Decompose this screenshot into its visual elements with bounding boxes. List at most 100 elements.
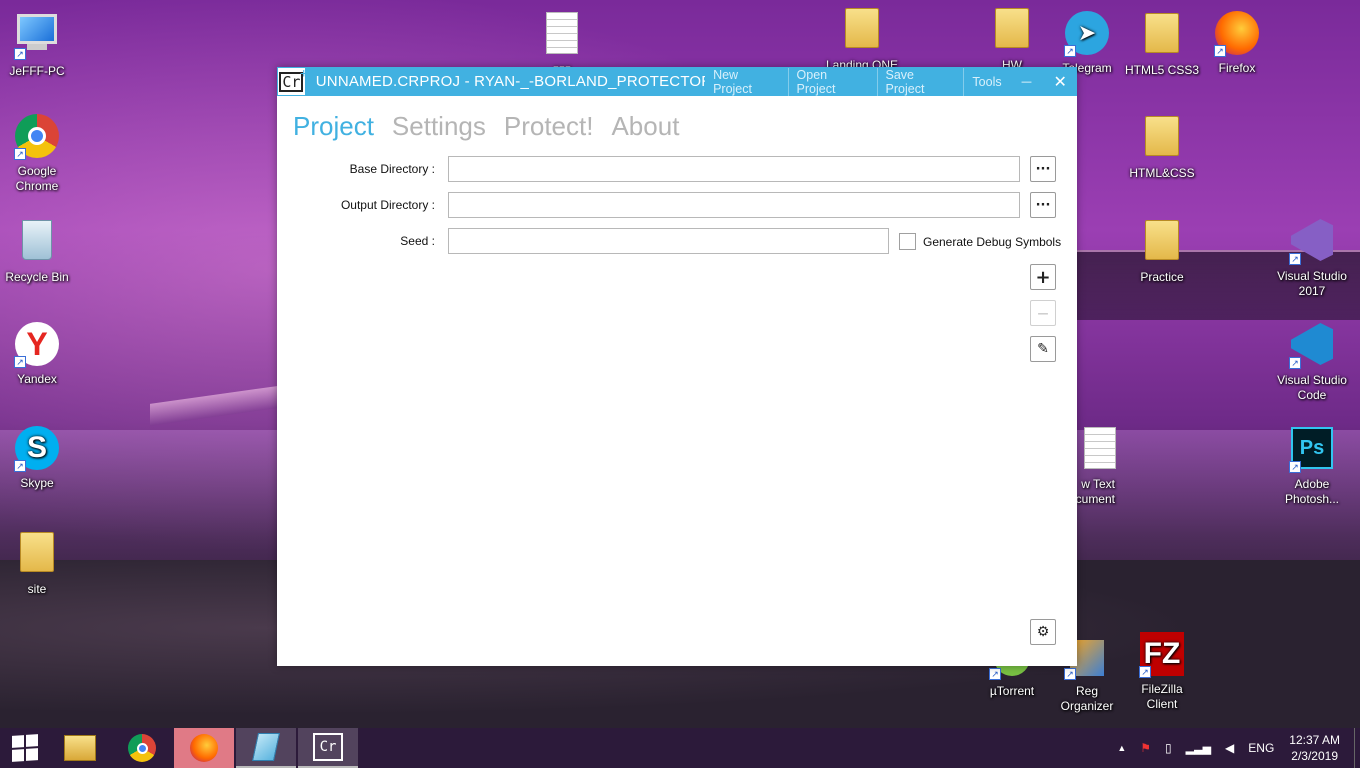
desktop-icon-label: JeFFF-PC — [9, 64, 65, 78]
desktop-icon-label: Yandex — [17, 372, 57, 386]
chrome-icon — [128, 734, 156, 762]
desktop-icon-this-pc[interactable]: ↗ JeFFF-PC — [0, 10, 77, 79]
folder-icon — [14, 532, 60, 578]
desktop-icon-site[interactable]: site — [0, 529, 77, 597]
folder-icon — [64, 735, 96, 761]
firefox-icon: ↗ — [1214, 11, 1260, 57]
taskbar-notepad[interactable] — [236, 728, 296, 768]
chevron-up-icon[interactable]: ▲ — [1117, 743, 1126, 753]
app-logo-icon: Cr — [313, 733, 343, 761]
menu-tools[interactable]: Tools — [964, 75, 1009, 89]
desktop-icon-chrome[interactable]: ↗ Google Chrome — [0, 113, 77, 194]
desktop-icon-label: Adobe Photosh... — [1284, 477, 1340, 506]
desktop-icon-practice[interactable]: Practice — [1122, 217, 1202, 285]
text-file-icon — [539, 12, 585, 58]
telegram-icon: ➤ ↗ — [1064, 11, 1110, 57]
start-button[interactable] — [0, 728, 50, 768]
desktop-icon-skype[interactable]: S ↗ Skype — [0, 425, 77, 491]
desktop-icon-photoshop[interactable]: Ps ↗ Adobe Photosh... — [1272, 425, 1352, 507]
output-directory-input[interactable] — [448, 192, 1020, 218]
edit-module-button[interactable]: ✎ — [1030, 336, 1056, 362]
wallpaper-bridge-left — [150, 386, 277, 426]
debug-symbols-checkbox[interactable] — [899, 233, 916, 250]
desktop-icon-visual-studio-2017[interactable]: ↗ Visual Studio 2017 — [1272, 217, 1352, 299]
tab-project[interactable]: Project — [293, 111, 374, 142]
flag-icon[interactable]: ⚑ — [1140, 741, 1151, 755]
desktop-icon-html-css[interactable]: HTML&CSS — [1122, 113, 1202, 181]
tab-about[interactable]: About — [611, 111, 679, 142]
chrome-icon: ↗ — [14, 114, 60, 160]
computer-icon: ↗ — [14, 14, 60, 60]
remove-module-button[interactable]: — — [1030, 300, 1056, 326]
language-indicator[interactable]: ENG — [1248, 741, 1274, 755]
folder-icon — [839, 8, 885, 54]
menu-open-project[interactable]: Open Project — [789, 67, 878, 96]
show-desktop-button[interactable] — [1354, 728, 1360, 768]
taskbar-confuser-app[interactable]: Cr — [298, 728, 358, 768]
menu-save-project[interactable]: Save Project — [878, 67, 965, 96]
desktop-icon-label: site — [27, 582, 47, 596]
clock-time: 12:37 AM — [1289, 733, 1340, 747]
volume-icon[interactable]: ◀ — [1225, 741, 1234, 755]
browse-base-directory-button[interactable]: ··· — [1030, 156, 1056, 182]
clock-date: 2/3/2019 — [1291, 749, 1338, 763]
base-directory-label: Base Directory : — [349, 162, 435, 176]
desktop-icon-vscode[interactable]: ↗ Visual Studio Code — [1272, 321, 1352, 403]
desktop-icon-label: Practice — [1140, 270, 1184, 284]
taskbar-file-explorer[interactable] — [50, 728, 110, 768]
tab-protect[interactable]: Protect! — [504, 111, 594, 142]
windows-logo-icon — [12, 734, 38, 762]
desktop-icon-recycle-bin[interactable]: Recycle Bin — [0, 217, 77, 285]
desktop-icon-label: Visual Studio 2017 — [1277, 269, 1347, 298]
seed-input[interactable] — [448, 228, 889, 254]
network-icon[interactable]: ▂▃▅ — [1186, 742, 1211, 755]
module-list[interactable] — [448, 264, 1020, 624]
seed-label: Seed : — [400, 234, 435, 248]
folder-icon — [1139, 13, 1185, 59]
output-directory-label: Output Directory : — [340, 198, 435, 212]
browse-output-directory-button[interactable]: ··· — [1030, 192, 1056, 218]
folder-icon — [989, 8, 1035, 54]
close-button[interactable]: ✕ — [1043, 72, 1077, 91]
clock[interactable]: 12:37 AM 2/3/2019 — [1289, 732, 1340, 764]
desktop-icon-hw[interactable]: HW — [972, 5, 1052, 73]
filezilla-icon: FZ ↗ — [1139, 632, 1185, 678]
battery-icon[interactable]: ▯ — [1165, 741, 1172, 755]
base-directory-input[interactable] — [448, 156, 1020, 182]
app-window: Cr UNNAMED.CRPROJ - RYAN-_-BORLAND_PROTE… — [277, 65, 1077, 666]
folder-icon — [1139, 116, 1185, 162]
desktop-icon-html5-css3[interactable]: HTML5 CSS3 — [1122, 10, 1202, 78]
yandex-icon: Y ↗ — [14, 322, 60, 368]
desktop-icon-filezilla[interactable]: FZ ↗ FileZilla Client — [1122, 630, 1202, 712]
debug-symbols-label: Generate Debug Symbols — [923, 235, 1062, 249]
minimize-button[interactable]: — — [1010, 75, 1044, 88]
tab-strip: Project Settings Protect! About — [293, 111, 697, 142]
desktop-icon-label: Reg Organizer — [1060, 684, 1114, 713]
taskbar-chrome[interactable] — [112, 728, 172, 768]
tab-settings[interactable]: Settings — [392, 111, 486, 142]
system-tray: ▲ ⚑ ▯ ▂▃▅ ◀ ENG 12:37 AM 2/3/2019 — [1110, 728, 1360, 768]
menu-new-project[interactable]: New Project — [705, 67, 789, 96]
add-module-button[interactable]: + — [1030, 264, 1056, 290]
taskbar-firefox[interactable] — [174, 728, 234, 768]
desktop-icon-label: FileZilla Client — [1141, 682, 1183, 711]
project-settings-button[interactable]: ⚙ — [1030, 619, 1056, 645]
desktop-icon-firefox[interactable]: ↗ Firefox — [1197, 10, 1277, 76]
desktop-icon-label: Google Chrome — [15, 164, 59, 193]
desktop-icon-yandex[interactable]: Y ↗ Yandex — [0, 321, 77, 387]
window-title: UNNAMED.CRPROJ - RYAN-_-BORLAND_PROTECTO… — [315, 73, 706, 90]
title-menu: New Project Open Project Save Project To… — [705, 67, 1010, 96]
photoshop-icon: Ps ↗ — [1289, 427, 1335, 473]
vscode-icon: ↗ — [1289, 323, 1335, 369]
desktop-icon-label: Skype — [20, 476, 54, 490]
desktop-icon-landing-one[interactable]: Landing ONE — [822, 5, 902, 73]
desktop-icon-label: Recycle Bin — [5, 270, 69, 284]
desktop-icon-label: Firefox — [1218, 61, 1256, 75]
desktop-icon-label: HTML&CSS — [1129, 166, 1195, 180]
title-bar[interactable]: Cr UNNAMED.CRPROJ - RYAN-_-BORLAND_PROTE… — [277, 65, 1077, 96]
skype-icon: S ↗ — [14, 426, 60, 472]
folder-icon — [1139, 220, 1185, 266]
firefox-icon — [190, 734, 218, 762]
desktop-icon-label: Visual Studio Code — [1277, 373, 1347, 402]
desktop-icon-label: HTML5 CSS3 — [1124, 63, 1200, 77]
